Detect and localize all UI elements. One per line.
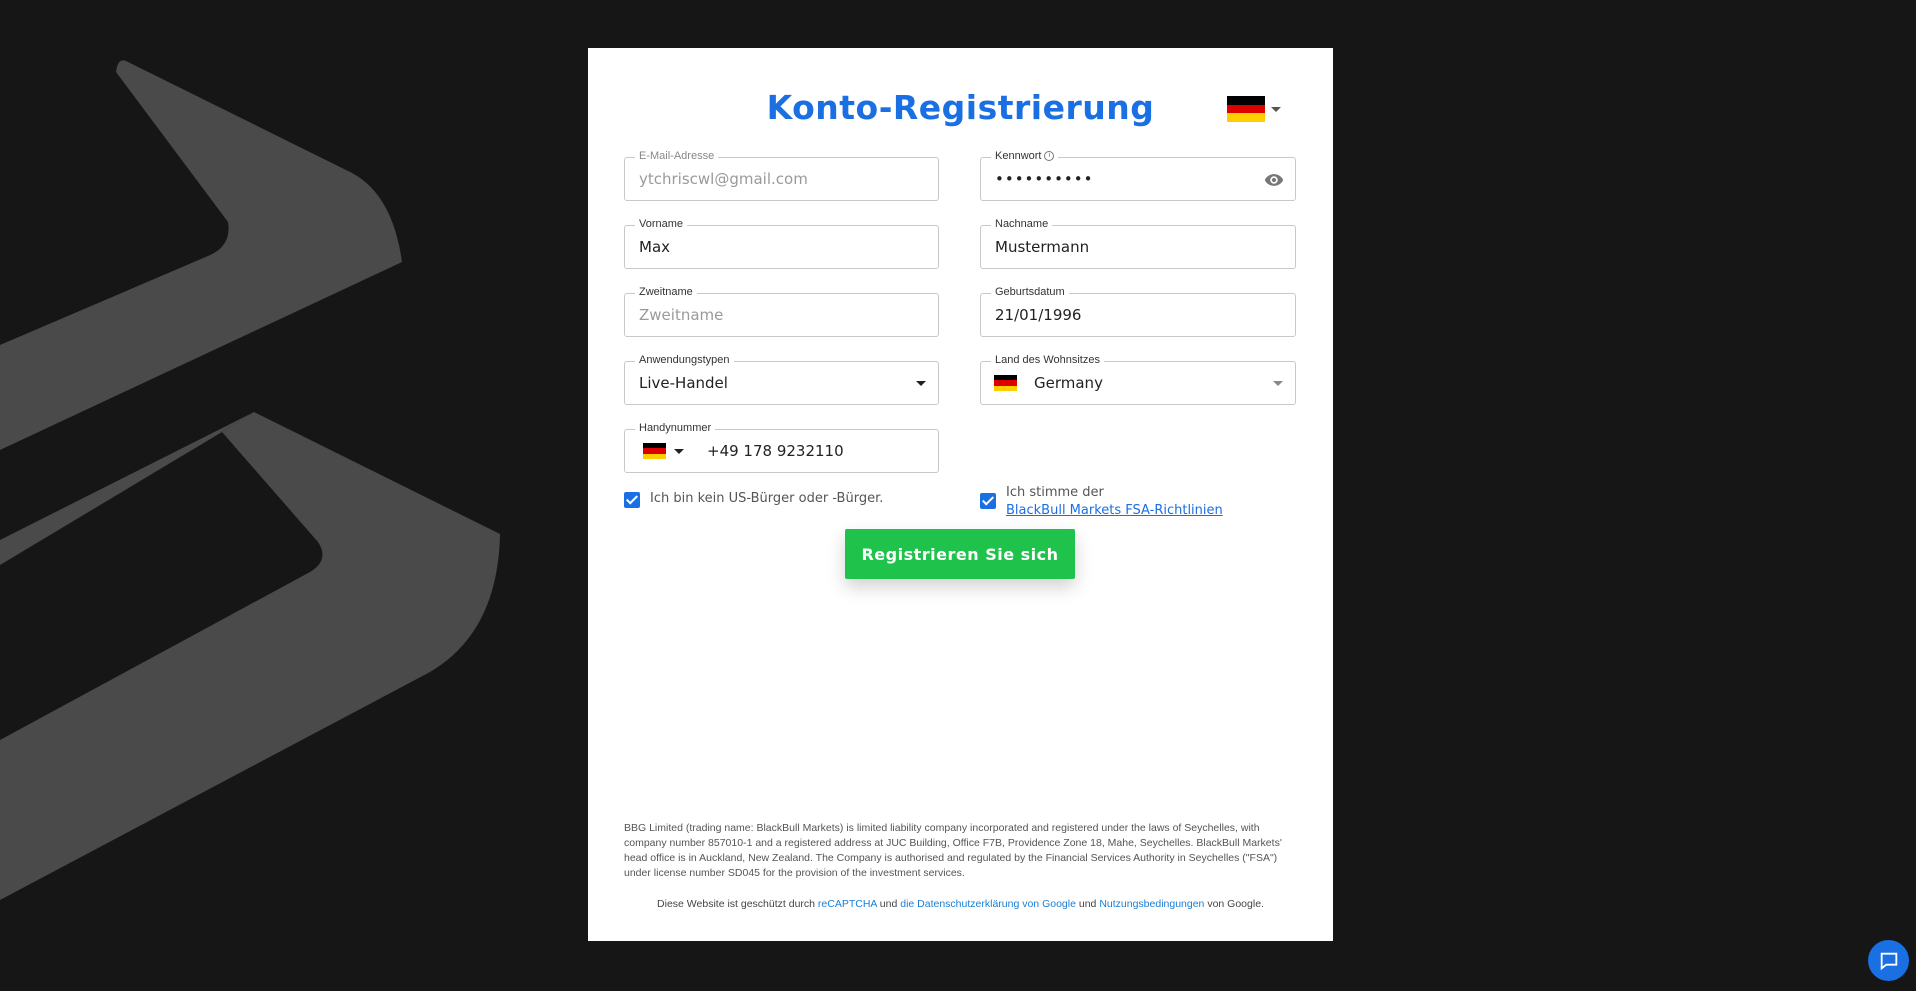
brand-logo-background	[0, 60, 500, 991]
birth-date-value[interactable]: 21/01/1996	[995, 294, 1081, 336]
country-select[interactable]: Land des Wohnsitzes Germany	[980, 353, 1296, 405]
de-flag-icon	[994, 375, 1017, 391]
us-citizen-label: Ich bin kein US-Bürger oder -Bürger.	[650, 491, 884, 506]
registration-card: Konto-Registrierung E-Mail-Adresse Kennw…	[588, 48, 1333, 941]
fsa-label: Ich stimme der	[1006, 485, 1104, 500]
email-input[interactable]	[625, 158, 938, 200]
us-citizen-checkbox[interactable]: Ich bin kein US-Bürger oder -Bürger.	[624, 491, 883, 508]
recaptcha-notice: Diese Website ist geschützt durch reCAPT…	[657, 898, 1264, 910]
application-type-select[interactable]: Anwendungstypen Live-Handel	[624, 353, 939, 405]
phone-field[interactable]: Handynummer +49 178 9232110	[624, 421, 939, 473]
password-value[interactable]: ••••••••••	[995, 158, 1093, 200]
country-value: Germany	[1034, 374, 1103, 392]
de-flag-icon	[643, 443, 666, 459]
last-name-field[interactable]: Nachname Mustermann	[980, 217, 1296, 269]
birth-date-field[interactable]: Geburtsdatum 21/01/1996	[980, 285, 1296, 337]
chevron-down-icon	[674, 448, 684, 454]
eye-icon[interactable]	[1263, 170, 1285, 190]
recaptcha-link[interactable]: reCAPTCHA	[818, 898, 877, 910]
legal-disclaimer: BBG Limited (trading name: BlackBull Mar…	[624, 822, 1282, 879]
middle-name-input[interactable]	[625, 294, 938, 336]
fsa-checkbox[interactable]: Ich stimme der BlackBull Markets FSA-Ric…	[980, 484, 1223, 520]
chat-icon	[1880, 952, 1897, 970]
chevron-down-icon	[1271, 106, 1281, 112]
last-name-value[interactable]: Mustermann	[995, 226, 1089, 268]
google-privacy-link[interactable]: die Datenschutzerklärung von Google	[900, 898, 1076, 910]
password-field[interactable]: Kennwort i ••••••••••	[980, 149, 1296, 201]
country-flag	[994, 362, 1017, 404]
checkbox-checked-icon[interactable]	[980, 493, 996, 509]
google-terms-link[interactable]: Nutzungsbedingungen	[1099, 898, 1204, 910]
phone-country-selector[interactable]	[643, 430, 684, 472]
fsa-policy-link[interactable]: BlackBull Markets FSA-Richtlinien	[1006, 503, 1223, 518]
chevron-down-icon	[916, 381, 926, 386]
email-field[interactable]: E-Mail-Adresse	[624, 149, 939, 201]
first-name-value[interactable]: Max	[639, 226, 670, 268]
middle-name-field[interactable]: Zweitname	[624, 285, 939, 337]
register-button[interactable]: Registrieren Sie sich	[845, 529, 1075, 579]
checkbox-checked-icon[interactable]	[624, 492, 640, 508]
chevron-down-icon	[1273, 381, 1283, 386]
application-type-value: Live-Handel	[639, 374, 728, 392]
de-flag-icon	[1227, 96, 1265, 122]
language-selector[interactable]	[1227, 96, 1281, 122]
first-name-field[interactable]: Vorname Max	[624, 217, 939, 269]
phone-value[interactable]: +49 178 9232110	[707, 430, 844, 472]
page-title: Konto-Registrierung	[766, 88, 1155, 127]
chat-button[interactable]	[1868, 940, 1909, 981]
